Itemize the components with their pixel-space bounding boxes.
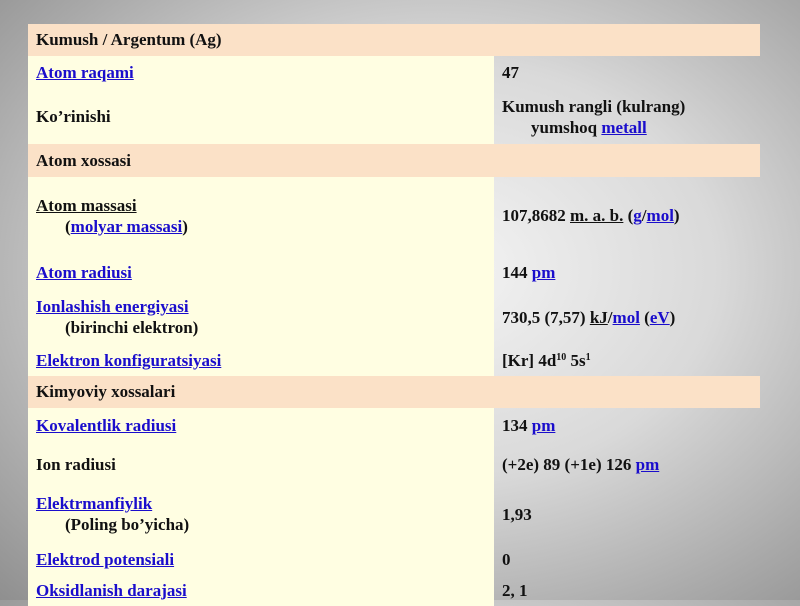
table-row: Oksidlanish darajasi 2, 1: [28, 575, 760, 606]
pm-link[interactable]: pm: [636, 455, 660, 474]
table-row: Elektron konfiguratsiyasi [Kr] 4d10 5s1: [28, 344, 760, 376]
oxidation-state-link[interactable]: Oksidlanish darajasi: [36, 580, 494, 601]
electrode-potential-value: 0: [502, 549, 511, 569]
covalent-radius-link[interactable]: Kovalentlik radiusi: [36, 415, 494, 436]
amu-link[interactable]: m. a. b.: [570, 206, 623, 225]
section-header-chem: Kimyoviy xossalari: [28, 376, 760, 408]
table-title: Kumush / Argentum (Ag): [36, 30, 222, 49]
table-row: Ionlashish energiyasi (birinchi elektron…: [28, 290, 760, 344]
electron-config-link[interactable]: Elektron konfiguratsiyasi: [36, 350, 494, 371]
superscript: 10: [556, 351, 567, 363]
ionization-energy-link[interactable]: Ionlashish energiyasi: [36, 296, 494, 317]
section-title: Atom xossasi: [36, 150, 131, 170]
atom-mass-value: 107,8682: [502, 206, 570, 225]
table-row: Ko’rinishi Kumush rangli (kulrang) yumsh…: [28, 89, 760, 144]
ion-radius-label: Ion radiusi: [36, 454, 116, 474]
molar-mass-link[interactable]: molyar massasi: [71, 217, 183, 236]
electronegativity-link[interactable]: Elektrmanfiylik: [36, 493, 494, 514]
gram-link[interactable]: g: [633, 206, 642, 225]
atom-number-value: 47: [502, 63, 519, 82]
paren: ): [673, 206, 680, 225]
ionization-value: 730,5 (7,57): [502, 307, 590, 327]
appearance-value-line2: yumshoq: [531, 117, 602, 137]
oxidation-state-value: 2, 1: [502, 581, 528, 600]
electrode-potential-link[interactable]: Elektrod potensiali: [36, 549, 494, 570]
table-row: Elektrmanfiylik (Poling bo’yicha) 1,93: [28, 485, 760, 543]
pm-link[interactable]: pm: [532, 263, 556, 282]
covalent-radius-value: 134: [502, 416, 532, 435]
atom-radius-value: 144: [502, 262, 532, 282]
element-info-table: Kumush / Argentum (Ag) Atom raqami 47 Ko…: [28, 24, 760, 606]
appearance-value-line1: Kumush rangli (kulrang): [502, 96, 686, 116]
pm-link[interactable]: pm: [532, 416, 556, 435]
paren: (: [639, 307, 650, 327]
electron-config-value: 5s: [566, 350, 586, 370]
table-row: Atom raqami 47: [28, 56, 760, 89]
atom-mass-link[interactable]: Atom massasi: [36, 195, 494, 216]
paren: (: [623, 206, 634, 225]
table-title-row: Kumush / Argentum (Ag): [28, 24, 760, 56]
superscript: 1: [585, 351, 591, 363]
table-row: Elektrod potensiali 0: [28, 543, 760, 575]
ev-link[interactable]: eV: [650, 308, 670, 327]
section-header-atom: Atom xossasi: [28, 144, 760, 177]
metal-link[interactable]: metall: [601, 118, 646, 137]
paren: ): [669, 307, 676, 327]
atom-radius-link[interactable]: Atom radiusi: [36, 262, 494, 283]
mol-link[interactable]: mol: [647, 206, 674, 225]
kj-link[interactable]: kJ: [590, 308, 608, 327]
table-row: Kovalentlik radiusi 134 pm: [28, 408, 760, 443]
appearance-label: Ko’rinishi: [36, 107, 111, 126]
table-row: Atom radiusi 144 pm: [28, 254, 760, 290]
atom-number-link[interactable]: Atom raqami: [36, 62, 494, 83]
table-row: Atom massasi ( molyar massasi) 107,8682 m…: [28, 177, 760, 254]
section-title: Kimyoviy xossalari: [36, 382, 176, 401]
electronegativity-sub: (Poling bo’yicha): [65, 515, 190, 534]
electron-config-value: [Kr] 4d: [502, 350, 557, 370]
mol-link[interactable]: mol: [613, 308, 640, 327]
ionization-sub: (birinchi elektron): [65, 318, 199, 337]
table-row: Ion radiusi (+2e) 89 (+1e) 126 pm: [28, 443, 760, 485]
electronegativity-value: 1,93: [502, 504, 532, 524]
paren: ): [182, 216, 188, 236]
ion-radius-value: (+2e) 89 (+1e) 126: [502, 454, 636, 474]
